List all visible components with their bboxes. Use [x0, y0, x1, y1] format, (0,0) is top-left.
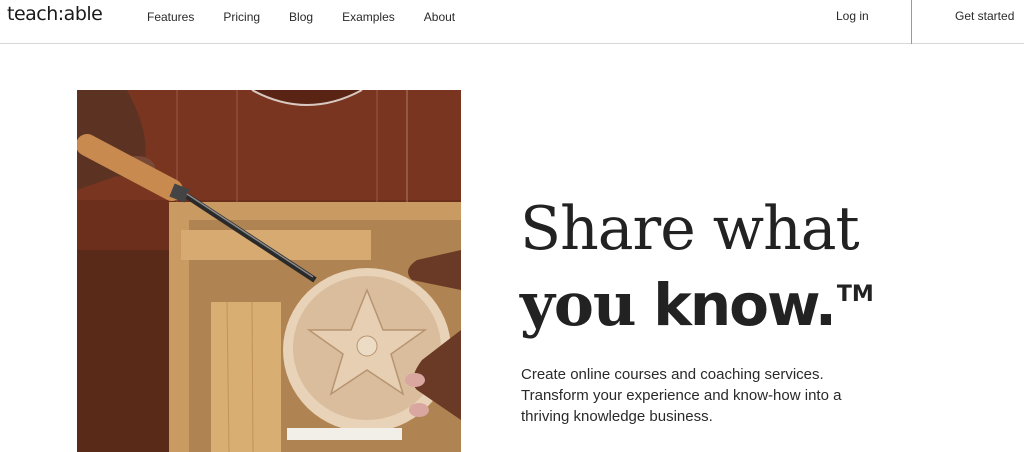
- hero-subtext: Create online courses and coaching servi…: [521, 364, 881, 427]
- subtext-line-1: Create online courses and coaching servi…: [521, 366, 824, 383]
- nav-divider: [911, 0, 912, 44]
- login-link[interactable]: Log in: [836, 9, 869, 23]
- nav-link-about[interactable]: About: [424, 10, 455, 24]
- hero-headline: Share what you know.TM: [520, 192, 874, 342]
- headline-word-know: know.: [653, 271, 837, 339]
- trademark-mark: TM: [836, 282, 874, 307]
- wood-carving-illustration: [77, 90, 461, 452]
- nav-link-blog[interactable]: Blog: [289, 10, 313, 24]
- subtext-line-3: thriving knowledge business.: [521, 408, 713, 425]
- hero-wood-carving-photo: [77, 90, 461, 452]
- nav-links: Features Pricing Blog Examples About: [147, 10, 484, 24]
- teachable-logo[interactable]: teach:able: [7, 3, 103, 25]
- get-started-button[interactable]: Get started: [955, 9, 1014, 23]
- headline-line-1: Share what: [520, 194, 860, 264]
- top-nav: teach:able Features Pricing Blog Example…: [0, 0, 1024, 44]
- subtext-line-2: Transform your experience and know-how i…: [521, 387, 842, 404]
- nav-link-pricing[interactable]: Pricing: [223, 10, 260, 24]
- nav-link-examples[interactable]: Examples: [342, 10, 395, 24]
- headline-word-you: you: [520, 270, 637, 340]
- headline-line-2: you know.TM: [520, 266, 874, 342]
- nav-link-features[interactable]: Features: [147, 10, 194, 24]
